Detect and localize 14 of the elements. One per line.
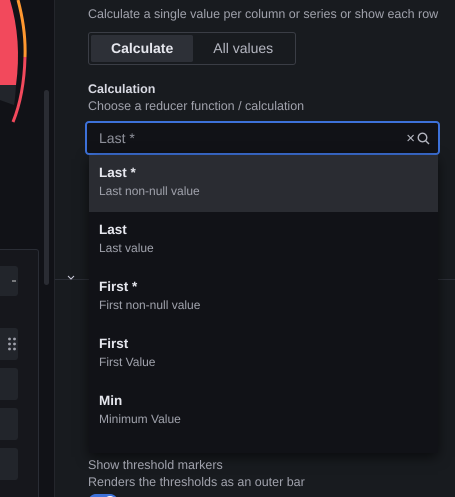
dropdown-option[interactable]: Min Minimum Value <box>89 383 438 440</box>
radio-option[interactable]: All values <box>193 35 294 62</box>
field-label: Show threshold markers <box>88 457 224 473</box>
radio-option[interactable]: Calculate <box>91 35 194 62</box>
field-description: Calculate a single value per column or series or show each row <box>88 6 440 22</box>
field-label: Calculation <box>88 81 156 97</box>
field-description: Choose a reducer function / calculation <box>88 98 306 114</box>
dropdown-option[interactable]: Last Last value <box>89 212 438 269</box>
dropdown-option[interactable]: First * First non-null value <box>89 269 438 326</box>
clear-button[interactable]: × <box>406 130 415 146</box>
dropdown-option[interactable]: Last * Last non-null value <box>89 155 438 212</box>
field-description: Renders the thresholds as an outer bar <box>88 474 305 490</box>
dropdown-option[interactable]: First First Value <box>89 326 438 383</box>
search-field[interactable]: Last * × <box>85 121 440 155</box>
